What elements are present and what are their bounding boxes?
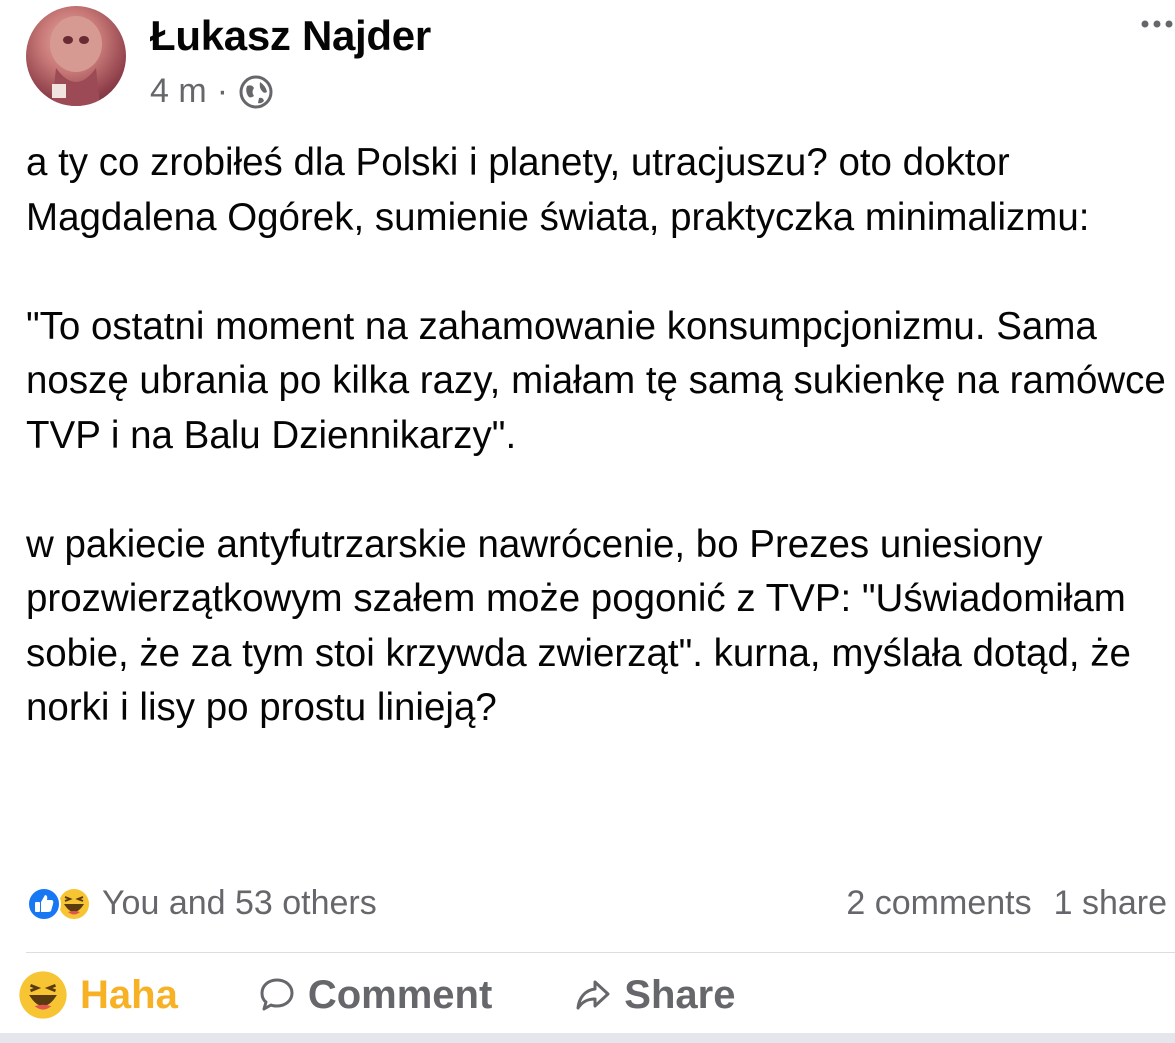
share-icon — [576, 980, 610, 1010]
globe-icon[interactable] — [238, 74, 274, 110]
haha-button[interactable]: Haha — [18, 970, 178, 1020]
divider — [26, 952, 1175, 953]
bottom-separator — [0, 1033, 1175, 1043]
haha-icon — [19, 971, 67, 1019]
post-paragraph: w pakiecie antyfutrzarskie nawrócenie, b… — [26, 522, 1142, 730]
engagement-counts: 2 comments 1 share — [846, 884, 1167, 923]
comment-button[interactable]: Comment — [258, 973, 492, 1018]
reactions-text: You and 53 others — [102, 884, 377, 922]
share-label: Share — [624, 972, 736, 1017]
action-bar: Haha Comment Share — [18, 964, 735, 1026]
more-options-icon[interactable] — [1139, 14, 1175, 34]
timestamp[interactable]: 4 m — [150, 72, 207, 111]
comment-icon — [260, 978, 294, 1011]
post-text: a ty co zrobiłeś dla Polski i planety, u… — [26, 136, 1166, 736]
post-paragraph: a ty co zrobiłeś dla Polski i planety, u… — [26, 141, 1090, 239]
reaction-icons — [26, 886, 92, 922]
haha-label: Haha — [80, 972, 178, 1017]
share-button[interactable]: Share — [574, 973, 735, 1018]
comments-count[interactable]: 2 comments — [846, 884, 1031, 923]
post-paragraph: "To ostatni moment na zahamowanie konsum… — [26, 304, 1175, 457]
avatar[interactable] — [26, 6, 126, 106]
shares-count[interactable]: 1 share — [1054, 884, 1167, 923]
like-icon — [27, 886, 61, 921]
facebook-post: Łukasz Najder 4 m · a ty co zrobiłeś dla… — [0, 0, 1175, 1043]
avatar-image — [50, 16, 102, 106]
reactions-summary[interactable]: You and 53 others — [26, 884, 377, 923]
meta-separator: · — [216, 72, 229, 110]
post-meta: 4 m · — [150, 72, 274, 111]
comment-label: Comment — [307, 972, 493, 1017]
author-name[interactable]: Łukasz Najder — [150, 12, 431, 60]
